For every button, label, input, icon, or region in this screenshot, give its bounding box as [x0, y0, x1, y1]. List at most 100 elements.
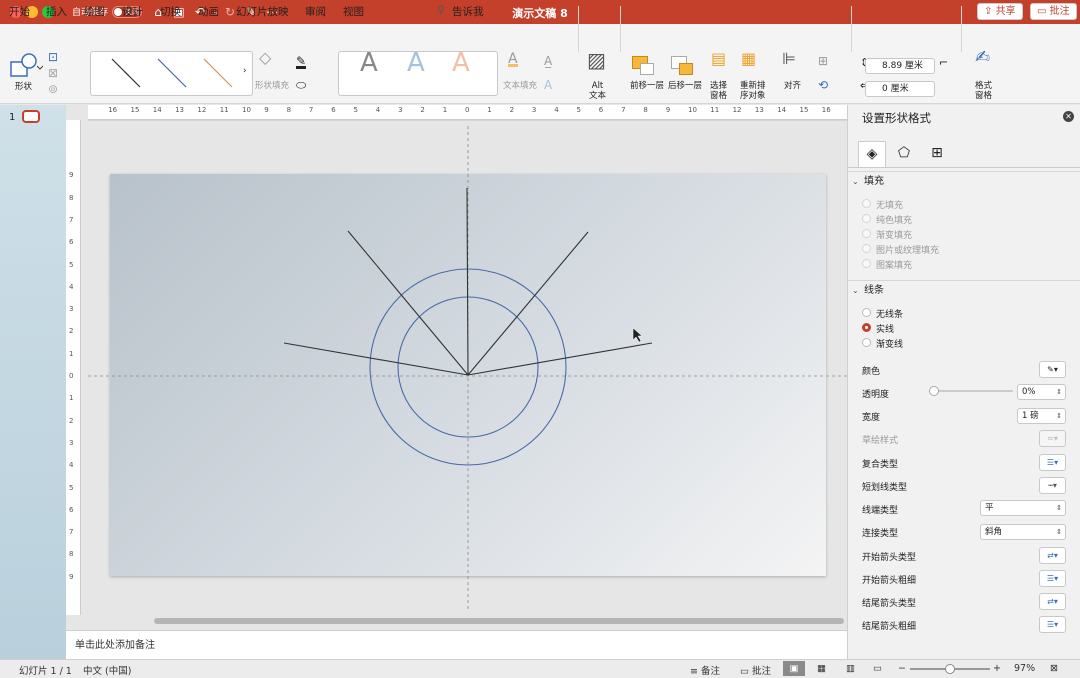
fill-section-header[interactable]: ⌄ 填充	[848, 171, 1080, 191]
tab-tell-me[interactable]: 告诉我	[452, 4, 484, 19]
format-pane-icon[interactable]: ✍	[975, 49, 990, 67]
ruler-tick-label: 9	[264, 106, 269, 114]
tab-animations[interactable]: 动画	[198, 4, 219, 19]
horizontal-scrollbar[interactable]	[154, 618, 844, 624]
reorder-objects-icon[interactable]: ▦	[741, 51, 756, 67]
share-button[interactable]: ⇪ 共享	[977, 3, 1023, 20]
alt-text-label: Alt 文本	[589, 81, 607, 101]
edit-shape-icon[interactable]: ⊡	[48, 51, 58, 63]
tab-design[interactable]: 设计	[122, 4, 143, 19]
zoom-level[interactable]: 97%	[1014, 663, 1035, 674]
radio-solid-fill[interactable]	[862, 214, 871, 223]
slide-thumbnail[interactable]	[22, 110, 40, 123]
ruler-tick-label: 0	[465, 106, 470, 114]
reading-view-icon[interactable]: ▥	[846, 663, 855, 674]
option-gradient-fill: 渐变填充	[876, 231, 913, 241]
fill-line-tab-icon[interactable]: ◈	[858, 141, 886, 167]
text-fill-label: 文本填充	[503, 81, 538, 91]
begin-arrow-type-dropdown[interactable]: ⇄▾	[1039, 547, 1066, 564]
notes-toggle[interactable]: ≡ 备注	[690, 663, 720, 677]
text-effects-icon[interactable]: A	[544, 79, 552, 91]
radio-pattern-fill[interactable]	[862, 259, 871, 268]
cap-type-select[interactable]: 平 ⇕	[980, 500, 1066, 516]
begin-arrow-size-dropdown[interactable]: ☰▾	[1039, 570, 1066, 587]
tab-shape-format[interactable]: 形状格式	[381, 4, 423, 23]
compound-type-dropdown[interactable]: ☰▾	[1039, 454, 1066, 471]
slider-knob[interactable]	[929, 386, 939, 396]
gallery-more-icon[interactable]: ›	[243, 66, 247, 76]
lock-aspect-icon[interactable]: ⌐	[939, 57, 948, 68]
radio-solid-line[interactable]	[862, 323, 871, 332]
radio-gradient-line[interactable]	[862, 338, 871, 347]
text-outline-icon[interactable]: A̲	[544, 55, 552, 67]
share-icon: ⇪	[984, 6, 996, 17]
slide-sorter-icon[interactable]: ▦	[817, 663, 826, 674]
merge-shapes-icon[interactable]: ⊚	[48, 83, 58, 95]
zoom-out-button[interactable]: −	[898, 663, 906, 674]
shape-outline-icon[interactable]: ✎	[296, 55, 307, 69]
panel-close-icon[interactable]: ✕	[1063, 111, 1074, 122]
line-width-field[interactable]: 1 磅 ⇕	[1017, 408, 1066, 424]
wordart-style-3[interactable]: A	[452, 50, 470, 76]
shape-effects-icon[interactable]: ⬭	[296, 79, 306, 91]
ruler-tick-label: 10	[242, 106, 251, 114]
selection-pane-label: 选择 窗格	[710, 81, 728, 101]
radio-picture-fill[interactable]	[862, 244, 871, 253]
tab-draw[interactable]: 绘图	[84, 4, 105, 19]
tab-view[interactable]: 视图	[343, 4, 364, 19]
line-section-header[interactable]: ⌄ 线条	[848, 280, 1080, 300]
language-indicator[interactable]: 中文 (中国)	[83, 663, 131, 677]
wordart-style-1[interactable]: A	[360, 50, 378, 76]
size-properties-tab-icon[interactable]: ⊞	[923, 141, 951, 167]
comments-toggle[interactable]: ▭ 批注	[740, 663, 771, 677]
transparency-field[interactable]: 0% ⇕	[1017, 384, 1066, 400]
wordart-style-2[interactable]: A	[407, 50, 425, 76]
selection-pane-icon[interactable]: ▤	[711, 51, 726, 67]
ruler-tick-label: 11	[219, 106, 229, 114]
ray-left-lower[interactable]	[283, 342, 469, 376]
ray-right-lower[interactable]	[467, 342, 653, 376]
radio-gradient-fill[interactable]	[862, 229, 871, 238]
comments-button[interactable]: ▭ 批注	[1030, 3, 1077, 20]
rotate-icon[interactable]: ⟲	[818, 79, 828, 91]
tab-review[interactable]: 审阅	[305, 4, 326, 19]
text-box-icon[interactable]: ⊠	[48, 67, 58, 79]
end-arrow-size-dropdown[interactable]: ☰▾	[1039, 616, 1066, 633]
radio-no-line[interactable]	[862, 308, 871, 317]
ruler-tick-label: 2	[509, 106, 515, 114]
fit-slide-icon[interactable]: ⊠	[1050, 663, 1058, 674]
height-field[interactable]: 8.89 厘米	[865, 58, 935, 74]
text-fill-icon[interactable]: A	[508, 52, 518, 67]
tab-home[interactable]: 开始	[9, 4, 30, 19]
line-color-picker[interactable]: ✎▾	[1039, 361, 1066, 378]
tab-slideshow[interactable]: 幻灯片放映	[236, 4, 289, 19]
shape-fill-icon[interactable]: ◇	[259, 50, 271, 66]
alt-text-icon[interactable]: ▨	[587, 50, 606, 70]
ruler-tick-label: 1	[487, 106, 492, 114]
align-icon[interactable]: ⊫	[782, 51, 796, 67]
dash-type-dropdown[interactable]: ┅▾	[1039, 477, 1066, 494]
ruler-tick-label: 8	[286, 106, 292, 114]
width-field[interactable]: 0 厘米	[865, 81, 935, 97]
zoom-in-button[interactable]: +	[993, 663, 1001, 674]
group-icon[interactable]: ⊞	[818, 55, 828, 67]
notes-placeholder[interactable]: 单击此处添加备注	[75, 636, 155, 651]
tab-insert[interactable]: 插入	[46, 4, 67, 19]
zoom-knob[interactable]	[945, 664, 955, 674]
radio-no-fill[interactable]	[862, 199, 871, 208]
zoom-slider[interactable]	[910, 663, 990, 675]
notes-pane[interactable]	[66, 630, 847, 659]
normal-view-icon[interactable]: ▣	[783, 661, 805, 676]
send-backward-label: 后移一层	[668, 81, 703, 91]
transparency-slider[interactable]	[929, 385, 1013, 397]
end-arrow-type-dropdown[interactable]: ⇄▾	[1039, 593, 1066, 610]
effects-tab-icon[interactable]: ⬠	[890, 141, 918, 167]
reorder-objects-label: 重新排 序对象	[740, 81, 766, 101]
sketch-style-dropdown[interactable]: ≈▾	[1039, 430, 1066, 447]
join-type-select[interactable]: 斜角 ⇕	[980, 524, 1066, 540]
ray-right-upper[interactable]	[467, 231, 589, 376]
slideshow-icon[interactable]: ▭	[873, 663, 882, 674]
tab-transitions[interactable]: 切换	[160, 4, 181, 19]
ray-left-upper[interactable]	[347, 230, 469, 376]
shapes-icon[interactable]	[9, 52, 43, 80]
